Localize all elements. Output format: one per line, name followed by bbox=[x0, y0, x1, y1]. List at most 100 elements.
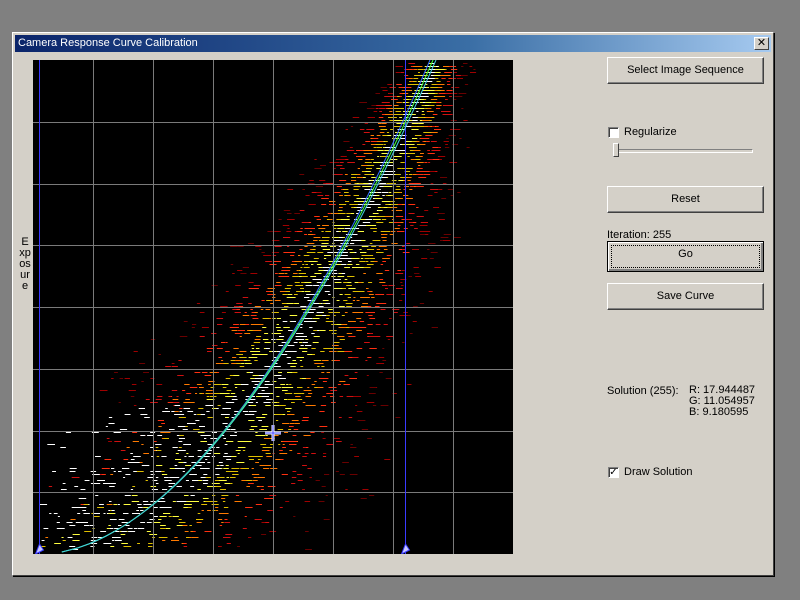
sample-point bbox=[397, 168, 402, 169]
sample-point bbox=[433, 207, 440, 208]
sample-point bbox=[425, 135, 433, 136]
sample-point bbox=[393, 105, 399, 106]
sample-point bbox=[339, 162, 344, 163]
sample-point bbox=[167, 402, 173, 403]
sample-point bbox=[359, 249, 362, 250]
regularize-slider-thumb[interactable] bbox=[613, 143, 619, 157]
sample-point bbox=[281, 276, 290, 277]
sample-point bbox=[276, 282, 281, 283]
sample-point bbox=[337, 336, 345, 337]
sample-point bbox=[207, 531, 212, 532]
sample-point bbox=[300, 228, 303, 229]
sample-point bbox=[240, 447, 244, 448]
sample-point bbox=[169, 429, 175, 430]
sample-point bbox=[418, 186, 424, 187]
sample-point bbox=[322, 396, 326, 397]
sample-point bbox=[404, 75, 409, 76]
sample-point bbox=[306, 243, 315, 244]
sample-point bbox=[287, 189, 294, 190]
sample-point bbox=[401, 294, 406, 295]
sample-point bbox=[66, 522, 73, 523]
sample-point bbox=[300, 327, 303, 328]
sample-point bbox=[405, 105, 410, 106]
sample-point bbox=[445, 99, 448, 100]
draw-solution-checkbox[interactable]: ✓ bbox=[608, 467, 619, 478]
sample-point bbox=[406, 168, 413, 169]
sample-point bbox=[290, 264, 297, 265]
sample-point bbox=[372, 213, 379, 214]
sample-point bbox=[418, 135, 422, 136]
go-button[interactable]: Go bbox=[607, 241, 764, 272]
sample-point bbox=[371, 204, 375, 205]
sample-point bbox=[294, 240, 300, 241]
sample-point bbox=[195, 420, 200, 421]
sample-point bbox=[301, 222, 309, 223]
sample-point bbox=[256, 396, 263, 397]
sample-point bbox=[339, 474, 345, 475]
sample-point bbox=[419, 156, 423, 157]
sample-point bbox=[419, 231, 424, 232]
sample-point bbox=[156, 450, 162, 451]
save-curve-button[interactable]: Save Curve bbox=[607, 283, 764, 310]
sample-point bbox=[355, 264, 360, 265]
sample-point bbox=[344, 279, 348, 280]
sample-point bbox=[284, 306, 289, 307]
sample-point bbox=[226, 396, 234, 397]
sample-point bbox=[387, 339, 391, 340]
sample-point bbox=[307, 183, 315, 184]
sample-point bbox=[381, 120, 386, 121]
response-curve-plot[interactable] bbox=[33, 59, 513, 556]
sample-point bbox=[380, 264, 384, 265]
plot-canvas[interactable] bbox=[33, 59, 513, 556]
select-image-sequence-button[interactable]: Select Image Sequence bbox=[607, 57, 764, 84]
sample-point bbox=[438, 87, 442, 88]
sample-point bbox=[282, 423, 290, 424]
sample-point bbox=[395, 273, 404, 274]
sample-point bbox=[250, 273, 258, 274]
sample-point bbox=[423, 174, 427, 175]
sample-point bbox=[103, 513, 106, 514]
sample-point bbox=[172, 501, 176, 502]
sample-point bbox=[124, 543, 128, 544]
sample-point bbox=[384, 141, 388, 142]
sample-point bbox=[106, 438, 110, 439]
sample-point bbox=[344, 267, 349, 268]
sample-point bbox=[217, 477, 225, 478]
sample-point bbox=[324, 291, 330, 292]
sample-point bbox=[261, 300, 265, 301]
sample-point bbox=[168, 516, 172, 517]
sample-point bbox=[391, 96, 397, 97]
sample-point bbox=[201, 504, 208, 505]
sample-point bbox=[305, 195, 310, 196]
sample-point bbox=[430, 87, 436, 88]
sample-point bbox=[424, 162, 428, 163]
go-button-label: Go bbox=[611, 245, 760, 268]
regularize-slider-track[interactable] bbox=[615, 149, 753, 153]
sample-point bbox=[234, 384, 241, 385]
sample-point bbox=[313, 237, 321, 238]
sample-point bbox=[248, 420, 255, 421]
regularize-checkbox[interactable] bbox=[608, 127, 619, 138]
title-bar[interactable]: Camera Response Curve Calibration ✕ bbox=[15, 35, 771, 52]
sample-point bbox=[249, 414, 253, 415]
sample-point bbox=[408, 222, 414, 223]
sample-point bbox=[194, 372, 201, 373]
sample-point bbox=[336, 348, 342, 349]
sample-point bbox=[301, 282, 305, 283]
sample-point bbox=[448, 135, 456, 136]
sample-point bbox=[256, 339, 261, 340]
close-button[interactable]: ✕ bbox=[754, 37, 769, 50]
sample-point bbox=[397, 198, 401, 199]
reset-button[interactable]: Reset bbox=[607, 186, 764, 213]
sample-point bbox=[343, 225, 350, 226]
sample-point bbox=[368, 315, 373, 316]
sample-point bbox=[442, 114, 450, 115]
sample-point bbox=[159, 516, 167, 517]
sample-point bbox=[311, 264, 314, 265]
sample-point bbox=[245, 363, 250, 364]
sample-point bbox=[359, 261, 366, 262]
sample-point bbox=[415, 183, 421, 184]
sample-point bbox=[364, 162, 372, 163]
sample-point bbox=[283, 210, 291, 211]
sample-point bbox=[99, 390, 108, 391]
